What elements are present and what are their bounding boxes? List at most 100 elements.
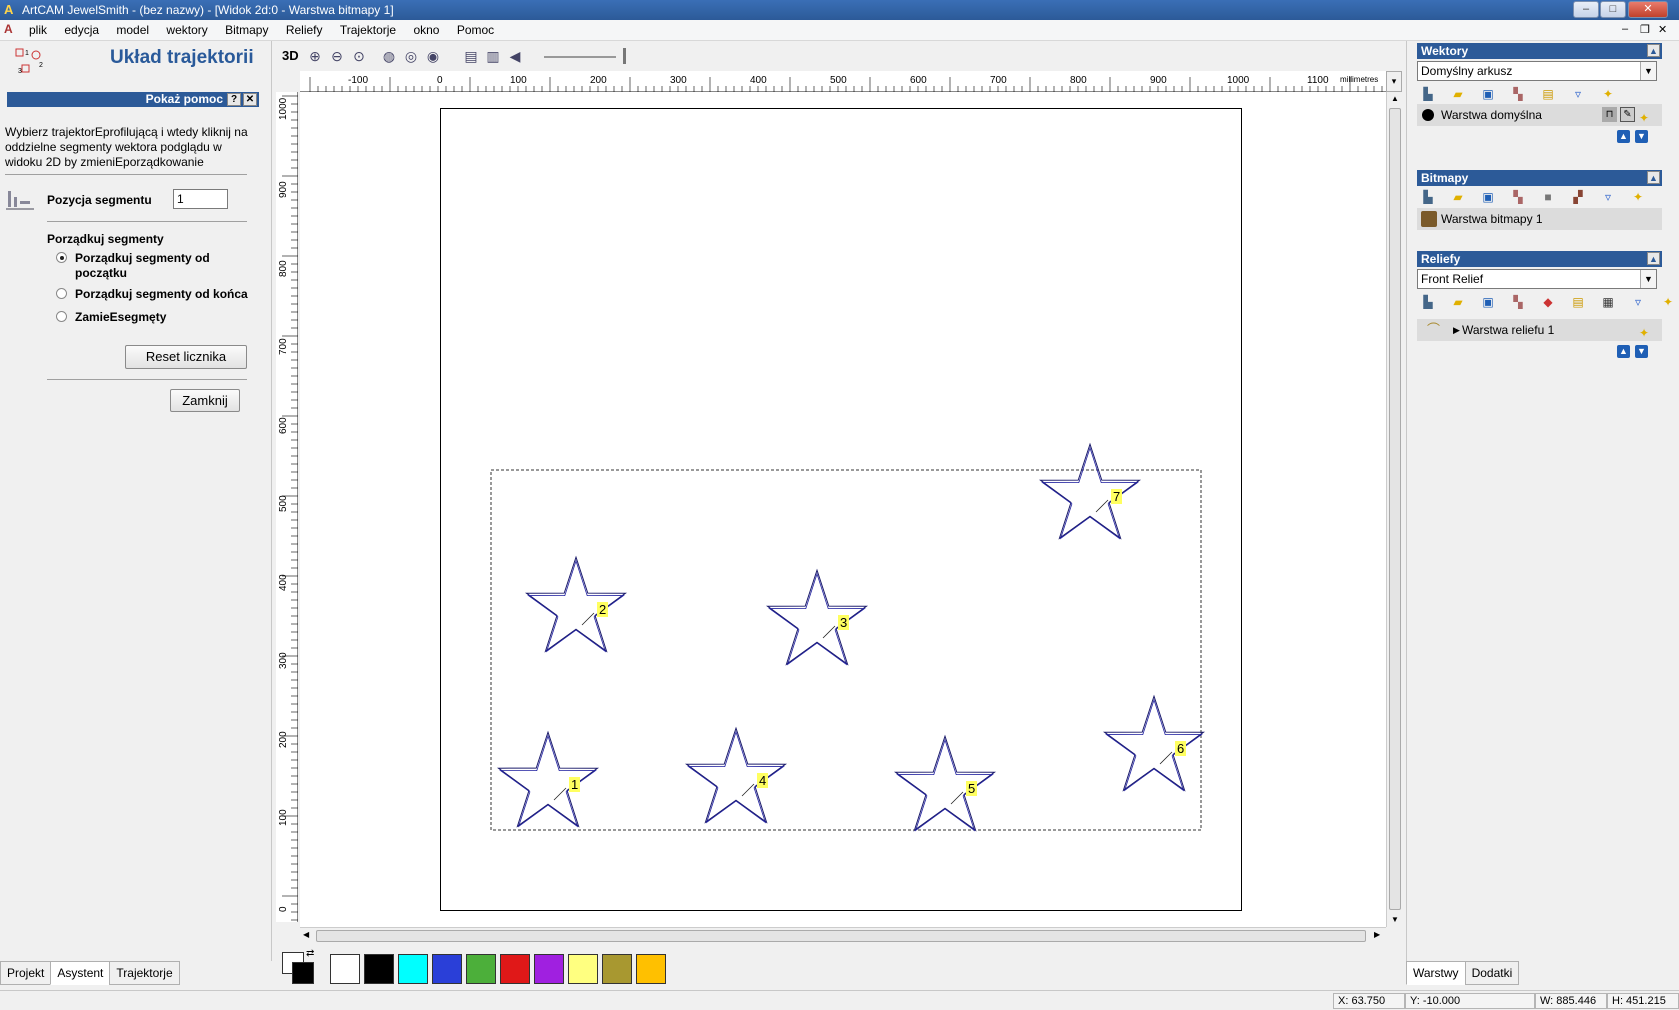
menu-reliefy[interactable]: Reliefy <box>279 21 330 39</box>
new-layer-icon[interactable]: ▙ <box>1419 294 1437 310</box>
star-vector[interactable]: 1 <box>496 730 600 828</box>
open-folder-icon[interactable]: ▰ <box>1449 86 1467 102</box>
help-close-button[interactable]: ✕ <box>243 93 257 106</box>
menu-edycja[interactable]: edycja <box>57 21 106 39</box>
scroll-up-icon[interactable]: ▲ <box>1391 94 1399 103</box>
move-layer-up-icon[interactable]: ▲ <box>1617 130 1630 143</box>
delete-layer-icon[interactable]: ▿ <box>1569 86 1587 102</box>
opacity-slider-track[interactable] <box>544 56 616 58</box>
save-icon[interactable]: ▣ <box>1479 189 1497 205</box>
order-from-end-radio[interactable] <box>56 288 67 299</box>
order-from-start-radio[interactable] <box>56 252 67 263</box>
open-folder-icon[interactable]: ▰ <box>1449 189 1467 205</box>
merge-icon[interactable]: ▚ <box>1509 189 1527 205</box>
mdi-restore-icon[interactable]: ❐ <box>1640 23 1650 36</box>
combine-mode-icon[interactable]: ◆ <box>1539 294 1557 310</box>
color-swatch[interactable] <box>500 954 530 984</box>
visibility-bulb-icon[interactable]: ✦ <box>1659 294 1677 310</box>
merge-icon[interactable]: ▚ <box>1509 86 1527 102</box>
lock-icon[interactable]: ⊓ <box>1602 107 1617 122</box>
color-swatch[interactable] <box>534 954 564 984</box>
menu-trajektorje[interactable]: Trajektorje <box>333 21 403 39</box>
open-folder-icon[interactable]: ▰ <box>1449 294 1467 310</box>
reset-counter-button[interactable]: Reset licznika <box>125 345 247 369</box>
bitmaps-header[interactable]: Bitmapy ▲ <box>1417 170 1662 186</box>
toolpath-reset-icon[interactable]: ◀ <box>506 47 524 65</box>
star-vector[interactable]: 2 <box>524 555 628 653</box>
zoom-in-icon[interactable]: ⊕ <box>306 47 324 65</box>
grayscale-icon[interactable]: ▦ <box>1599 294 1617 310</box>
save-icon[interactable]: ▣ <box>1479 86 1497 102</box>
properties-icon[interactable]: ▤ <box>1569 294 1587 310</box>
help-bar[interactable]: Pokaż pomoc ? ✕ <box>7 92 259 107</box>
zoom-window-icon[interactable]: ◍ <box>380 47 398 65</box>
color-swatch[interactable] <box>432 954 462 984</box>
menu-model[interactable]: model <box>109 21 156 39</box>
swap-segments-radio[interactable] <box>56 311 67 322</box>
star-vector[interactable]: 6 <box>1102 694 1206 792</box>
vertical-scroll-thumb[interactable] <box>1389 108 1401 910</box>
tab-trajektorje[interactable]: Trajektorje <box>109 961 180 985</box>
tab-projekt[interactable]: Projekt <box>0 961 52 985</box>
minimize-button[interactable]: – <box>1573 1 1599 18</box>
color-swatch[interactable] <box>466 954 496 984</box>
mdi-close-icon[interactable]: ✕ <box>1658 23 1667 36</box>
delete-layer-icon[interactable]: ▿ <box>1599 189 1617 205</box>
bitmap-image-icon[interactable]: ▞ <box>1569 189 1587 205</box>
vector-layer[interactable]: 1 2 3 4 5 6 7 <box>300 92 1386 927</box>
chevron-down-icon[interactable]: ▼ <box>1640 62 1656 80</box>
secondary-color-swatch[interactable] <box>292 962 314 984</box>
grayscale-icon[interactable]: ■ <box>1539 189 1557 205</box>
selection-bounding-box[interactable] <box>490 469 1202 831</box>
expand-arrow-icon[interactable]: ▶ <box>1453 319 1460 341</box>
vectors-header[interactable]: Wektory ▲ <box>1417 43 1662 59</box>
tab-asystent[interactable]: Asystent <box>50 961 111 985</box>
move-layer-up-icon[interactable]: ▲ <box>1617 345 1630 358</box>
color-swatch[interactable] <box>364 954 394 984</box>
relief-select[interactable]: Front Relief ▼ <box>1417 269 1657 289</box>
vertical-scrollbar[interactable]: ▲ ▼ <box>1386 92 1402 927</box>
chevron-down-icon[interactable]: ▼ <box>1640 270 1656 288</box>
new-layer-icon[interactable]: ▙ <box>1419 189 1437 205</box>
view-3d-button[interactable]: 3D <box>282 48 299 63</box>
properties-icon[interactable]: ▤ <box>1539 86 1557 102</box>
menu-plik[interactable]: plik <box>22 21 54 39</box>
star-vector[interactable]: 4 <box>684 726 788 824</box>
zoom-previous-icon[interactable]: ◎ <box>402 47 420 65</box>
move-layer-down-icon[interactable]: ▼ <box>1635 130 1648 143</box>
toolpath-preview-icon[interactable]: ▤ <box>462 47 480 65</box>
visibility-bulb-icon[interactable]: ✦ <box>1599 86 1617 102</box>
visibility-bulb-icon[interactable]: ✦ <box>1639 322 1649 344</box>
star-vector[interactable]: 3 <box>765 568 869 666</box>
save-icon[interactable]: ▣ <box>1479 294 1497 310</box>
toolpath-simulate-icon[interactable]: ▥ <box>484 47 502 65</box>
vector-sheet-select[interactable]: Domyślny arkusz ▼ <box>1417 61 1657 81</box>
menu-wektory[interactable]: wektory <box>159 21 214 39</box>
reliefs-header[interactable]: Reliefy ▲ <box>1417 251 1662 267</box>
zoom-fit-icon[interactable]: ⊙ <box>350 47 368 65</box>
mdi-minimize-icon[interactable]: – <box>1622 23 1628 35</box>
zoom-all-icon[interactable]: ◉ <box>424 47 442 65</box>
color-swatch[interactable] <box>398 954 428 984</box>
star-vector[interactable]: 7 <box>1038 442 1142 540</box>
scroll-left-icon[interactable]: ◀ <box>303 930 309 939</box>
collapse-reliefs-icon[interactable]: ▲ <box>1647 252 1660 265</box>
layer-color-icon[interactable] <box>1422 109 1434 121</box>
close-window-button[interactable]: ✕ <box>1628 1 1668 18</box>
menu-pomoc[interactable]: Pomoc <box>450 21 501 39</box>
bitmap-layer-row[interactable]: Warstwa bitmapy 1 <box>1417 208 1662 230</box>
visibility-bulb-icon[interactable]: ✦ <box>1629 189 1647 205</box>
help-question-button[interactable]: ? <box>227 93 241 106</box>
color-swatch[interactable] <box>602 954 632 984</box>
scroll-right-icon[interactable]: ▶ <box>1374 930 1380 939</box>
visibility-bulb-icon[interactable]: ✦ <box>1639 107 1649 129</box>
segment-position-input[interactable] <box>173 189 228 209</box>
merge-icon[interactable]: ▚ <box>1509 294 1527 310</box>
edit-icon[interactable]: ✎ <box>1620 107 1635 122</box>
tab-warstwy[interactable]: Warstwy <box>1406 961 1466 985</box>
menu-bitmapy[interactable]: Bitmapy <box>218 21 275 39</box>
star-vector[interactable]: 5 <box>893 734 997 832</box>
color-swatch[interactable] <box>330 954 360 984</box>
ruler-units-dropdown[interactable]: ▾ <box>1386 71 1402 92</box>
collapse-bitmaps-icon[interactable]: ▲ <box>1647 171 1660 184</box>
